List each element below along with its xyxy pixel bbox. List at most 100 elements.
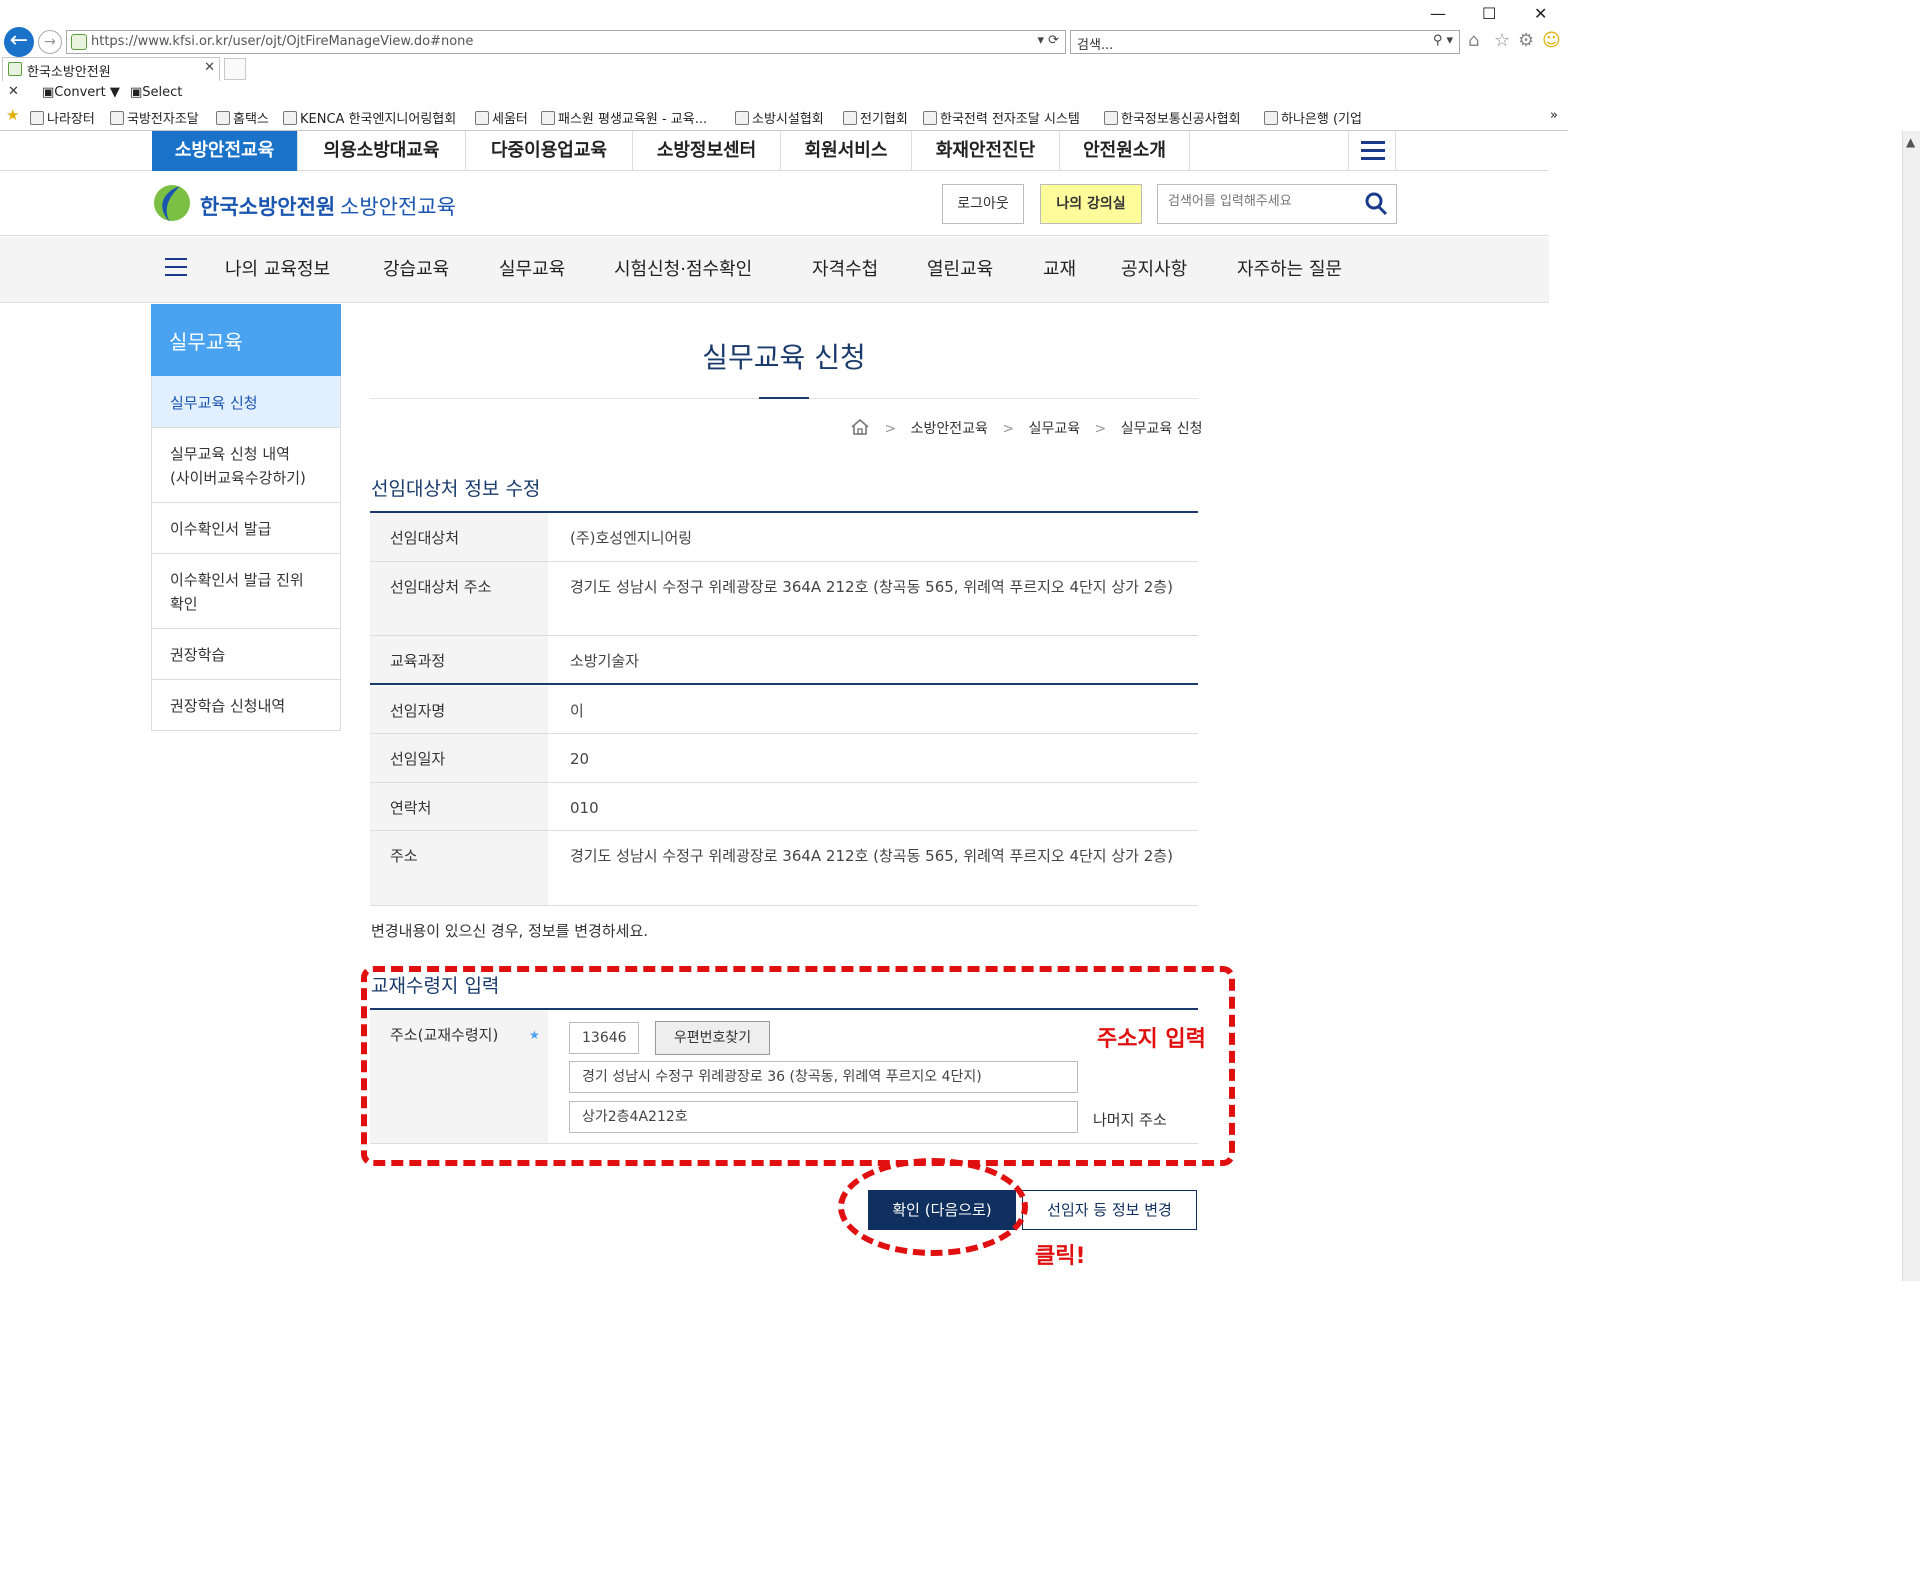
top-nav-item[interactable]: 안전원소개: [1060, 131, 1190, 171]
convert-button[interactable]: ▣Convert ▼: [42, 85, 120, 100]
browser-search-placeholder: 검색...: [1077, 38, 1114, 53]
table-row: 선임대상처 (주)호성엔지니어링: [370, 513, 1198, 562]
new-tab-button[interactable]: [224, 58, 246, 80]
back-button[interactable]: ←: [4, 27, 34, 57]
fav-icon: [1264, 111, 1278, 125]
home-icon[interactable]: [850, 418, 870, 436]
site-search: [1157, 184, 1397, 224]
gnb-item[interactable]: 교재: [1043, 255, 1076, 281]
gnb-item[interactable]: 실무교육: [499, 255, 565, 281]
sidebar-item-recommended-history[interactable]: 권장학습 신청내역: [151, 680, 341, 731]
breadcrumb-item[interactable]: 실무교육: [1029, 421, 1081, 437]
fav-item[interactable]: 전기협회: [843, 108, 908, 127]
top-nav-item[interactable]: 회원서비스: [781, 131, 912, 171]
minimize-icon[interactable]: —: [1430, 4, 1446, 23]
annotation-dashed-box: [361, 966, 1235, 1166]
fav-item[interactable]: 소방시설협회: [735, 108, 824, 127]
site-favicon-icon: [71, 34, 87, 50]
search-icon[interactable]: [1364, 191, 1388, 217]
sidebar-item-certificate[interactable]: 이수확인서 발급: [151, 503, 341, 554]
logo-name[interactable]: 한국소방안전원: [200, 191, 335, 221]
gnb-item[interactable]: 열린교육: [927, 255, 993, 281]
sidebar-item-history[interactable]: 실무교육 신청 내역 (사이버교육수강하기): [151, 428, 341, 503]
top-nav-item[interactable]: 의용소방대교육: [298, 131, 466, 171]
fav-icon: [475, 111, 489, 125]
fav-item[interactable]: KENCA 한국엔지니어링협회: [283, 108, 456, 127]
fav-label: 패스원 평생교육원 - 교육...: [558, 112, 708, 127]
menu-hamburger-icon[interactable]: [1348, 131, 1396, 171]
fav-icon: [923, 111, 937, 125]
select-button[interactable]: ▣Select: [130, 85, 182, 100]
sidebar-item-verify[interactable]: 이수확인서 발급 진위 확인: [151, 554, 341, 629]
refresh-icon[interactable]: ▾ ⟳: [1037, 33, 1059, 48]
home-icon[interactable]: ⌂: [1468, 30, 1479, 51]
row-value: 경기도 성남시 수정구 위례광장로 364A 212호 (창곡동 565, 위례…: [570, 847, 1173, 865]
breadcrumb-item[interactable]: 소방안전교육: [911, 421, 988, 437]
my-classroom-button[interactable]: 나의 강의실: [1040, 184, 1142, 224]
row-value: 소방기술자: [570, 652, 640, 670]
fav-item[interactable]: 한국정보통신공사협회: [1104, 108, 1241, 127]
smiley-icon[interactable]: ☺: [1542, 30, 1561, 51]
gnb-item[interactable]: 자격수첩: [812, 255, 878, 281]
fav-item[interactable]: 패스원 평생교육원 - 교육...: [541, 108, 707, 127]
main-menu-hamburger-icon[interactable]: [165, 256, 187, 278]
fav-label: 국방전자조달: [127, 112, 199, 127]
fav-label: 한국정보통신공사협회: [1121, 112, 1241, 127]
kfsi-logo-icon: [154, 185, 190, 222]
fav-label: 소방시설협회: [752, 112, 824, 127]
fav-item[interactable]: 세움터: [475, 108, 528, 127]
close-toolbar-icon[interactable]: ✕: [8, 84, 19, 99]
breadcrumb-item[interactable]: 실무교육 신청: [1121, 421, 1203, 437]
fav-item[interactable]: 홈택스: [216, 108, 269, 127]
browser-search-input[interactable]: 검색... ⚲ ▾: [1070, 30, 1460, 54]
fav-item[interactable]: 나라장터: [30, 108, 95, 127]
fav-item[interactable]: 국방전자조달: [110, 108, 199, 127]
change-info-note: 변경내용이 있으신 경우, 정보를 변경하세요.: [371, 922, 649, 940]
favorites-star-icon[interactable]: ☆: [1494, 30, 1510, 51]
gnb-item[interactable]: 강습교육: [383, 255, 449, 281]
row-value: 이: [570, 702, 584, 720]
table-row: 교육과정 소방기술자: [370, 636, 1198, 685]
fav-item[interactable]: 하나은행 (기업: [1264, 108, 1362, 127]
logout-button[interactable]: 로그아웃: [942, 184, 1024, 224]
gnb-item[interactable]: 나의 교육정보: [225, 255, 330, 281]
row-value: (주)호성엔지니어링: [570, 529, 693, 547]
chevron-right-icon[interactable]: »: [1550, 108, 1558, 123]
page-scrollbar[interactable]: ▲: [1902, 131, 1920, 1281]
gnb-item[interactable]: 자주하는 질문: [1237, 255, 1342, 281]
table-row: 연락처 010: [370, 783, 1198, 831]
browser-tab[interactable]: 한국소방안전원 ✕: [2, 57, 220, 81]
fav-icon: [30, 111, 44, 125]
table-row: 선임대상처 주소 경기도 성남시 수정구 위례광장로 364A 212호 (창곡…: [370, 562, 1198, 636]
forward-button[interactable]: →: [38, 30, 62, 54]
fav-icon: [110, 111, 124, 125]
address-url: https://www.kfsi.or.kr/user/ojt/OjtFireM…: [91, 34, 474, 49]
fav-icon: [283, 111, 297, 125]
change-appointee-info-button[interactable]: 선임자 등 정보 변경: [1022, 1190, 1197, 1230]
favorites-icon[interactable]: ★: [6, 106, 19, 124]
row-label: 교육과정: [370, 636, 548, 683]
scroll-up-icon[interactable]: ▲: [1906, 135, 1915, 149]
fav-icon: [541, 111, 555, 125]
maximize-icon[interactable]: ☐: [1482, 4, 1496, 23]
top-nav-item[interactable]: 다중이용업교육: [466, 131, 633, 171]
address-bar[interactable]: https://www.kfsi.or.kr/user/ojt/OjtFireM…: [66, 30, 1066, 54]
top-nav-item[interactable]: 화재안전진단: [912, 131, 1060, 171]
search-icon[interactable]: ⚲ ▾: [1433, 33, 1453, 48]
gnb-item[interactable]: 시험신청·점수확인: [614, 255, 752, 281]
close-tab-icon[interactable]: ✕: [204, 60, 215, 75]
page-title: 실무교육 신청: [702, 341, 866, 374]
close-window-icon[interactable]: ✕: [1534, 4, 1547, 23]
gear-icon[interactable]: ⚙: [1518, 30, 1534, 51]
fav-label: KENCA 한국엔지니어링협회: [300, 112, 457, 127]
gnb-item[interactable]: 공지사항: [1121, 255, 1187, 281]
sidebar-item-recommended[interactable]: 권장학습: [151, 629, 341, 680]
top-nav-item[interactable]: 소방안전교육: [152, 131, 298, 171]
select-label: Select: [142, 85, 183, 100]
site-search-input[interactable]: [1168, 194, 1358, 209]
fav-item[interactable]: 한국전력 전자조달 시스템: [923, 108, 1080, 127]
favorites-bar: ★ 나라장터 국방전자조달 홈택스 KENCA 한국엔지니어링협회 세움터 패스…: [0, 105, 1568, 129]
top-navigation: 소방안전교육 의용소방대교육 다중이용업교육 소방정보센터 회원서비스 화재안전…: [0, 131, 1549, 171]
sidebar-item-apply[interactable]: 실무교육 신청: [151, 376, 341, 428]
top-nav-item[interactable]: 소방정보센터: [633, 131, 781, 171]
